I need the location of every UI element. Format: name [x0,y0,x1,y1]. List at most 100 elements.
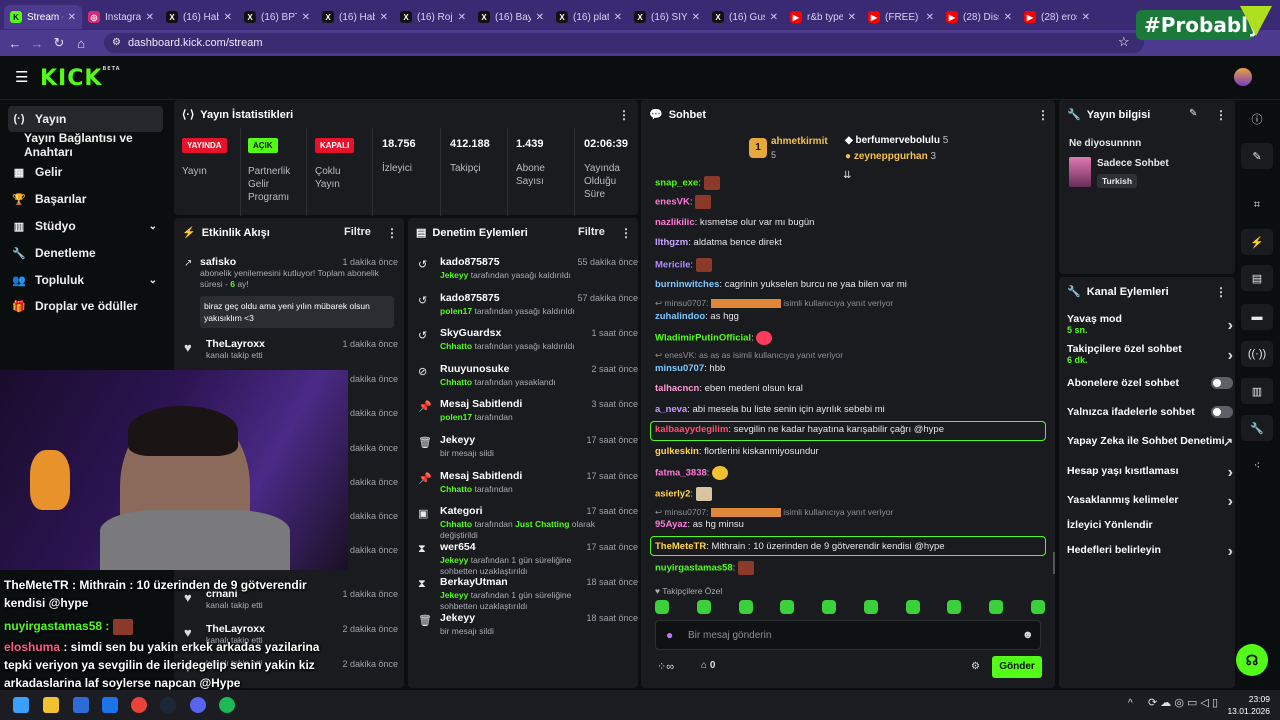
info-menu-icon[interactable]: ⋮ [1215,108,1227,122]
close-tab-icon[interactable]: ✕ [458,12,466,23]
close-tab-icon[interactable]: ✕ [1082,12,1090,23]
tray-icons[interactable]: ⟳ ☁ ◎ ▭ ◁ ▯ [1148,696,1218,709]
chat-settings-icon[interactable]: ⚙ [971,661,980,672]
chat-username[interactable]: llthgzm [655,237,688,248]
toggle-switch[interactable] [1211,406,1233,418]
emote-option[interactable] [780,600,795,614]
leader-1[interactable]: ahmetkirmit [771,136,828,147]
broadcast-icon[interactable]: ((·)) [1241,341,1273,367]
points-icon[interactable]: ⁘∞ [657,660,674,673]
close-tab-icon[interactable]: ✕ [224,12,232,23]
kick-logo[interactable]: KICKBETA [40,66,121,91]
browser-tab[interactable]: X(16) Roja✕ [394,5,472,29]
emoji-icon[interactable]: ☻ [1022,629,1034,641]
sidebar-item[interactable]: (·) Yayın [8,106,163,132]
chat-username[interactable]: WladimirPutinOfficial [655,333,751,344]
store-icon[interactable] [73,697,89,713]
browser-tab[interactable]: X (16) Gus ✕ [706,5,784,29]
leader-2[interactable]: ◆ berfumervebolulu 5 [845,135,948,146]
back-icon[interactable]: ← [4,36,26,51]
browser-tab[interactable]: ▶(28) Diss✕ [940,5,1018,29]
activity-filter-button[interactable]: Filtre [344,226,371,238]
chrome-icon[interactable] [131,697,147,713]
dots-icon[interactable]: ⁖ [1241,452,1273,478]
channel-action[interactable]: Yalnızca ifadelerle sohbet [1067,406,1233,418]
channel-action[interactable]: Yapay Zeka ile Sohbet Denetimi ↗ [1067,435,1233,449]
browser-tab[interactable]: ▶ r&b type ✕ [784,5,862,29]
sidebar-item[interactable]: ▥ Stüdyo ⌄ [8,213,163,239]
chat-username[interactable]: asierly2 [655,489,690,500]
lightning-icon[interactable]: ⚡ [1241,229,1273,255]
close-tab-icon[interactable]: ✕ [146,12,154,23]
spotify-icon[interactable] [219,697,235,713]
close-tab-icon[interactable]: ✕ [770,12,778,23]
emote-option[interactable] [696,600,711,614]
close-tab-icon[interactable]: ✕ [614,12,622,23]
browser-tab[interactable]: K Stream - ✕ [4,5,82,29]
chat-input[interactable]: ● Bir mesaj gönderin ☻ [655,620,1041,650]
collapse-icon[interactable]: ⇊ [843,170,851,181]
document-icon[interactable]: ▤ [1241,265,1273,291]
browser-tab[interactable]: ◎Instagram✕ [82,5,160,29]
channel-action[interactable]: İzleyici Yönlendir [1067,519,1229,531]
mic-icon[interactable]: ● [666,628,673,642]
info-icon[interactable]: ⓘ [1241,106,1273,132]
tray-chevron-icon[interactable]: ^ [1128,698,1133,709]
gift-icon[interactable]: ⌂ 0 [701,660,715,671]
chat-username[interactable]: burninwitches [655,279,719,290]
activity-menu-icon[interactable]: ⋮ [386,226,398,240]
outlook-icon[interactable] [102,697,118,713]
chat-username[interactable]: enesVK [655,197,690,208]
channel-action[interactable]: Hesap yaşı kısıtlaması › [1067,464,1233,481]
chat-username[interactable]: Mericile [655,260,690,271]
windows-start-icon[interactable] [13,697,29,713]
chat-bubble-icon[interactable]: ▬ [1241,304,1273,330]
category-name[interactable]: Sadece Sohbet [1097,158,1169,169]
chat-username[interactable]: 95Ayaz [655,519,687,530]
emote-option[interactable] [822,600,837,614]
toggle-switch[interactable] [1211,377,1233,389]
tool-icon[interactable]: 🔧 [1241,415,1273,441]
chat-username[interactable]: minsu0707 [655,363,704,374]
emote-option[interactable] [905,600,920,614]
close-tab-icon[interactable]: ✕ [536,12,544,23]
close-tab-icon[interactable]: ✕ [302,12,310,23]
layout-icon[interactable]: ▥ [1241,378,1273,404]
steam-icon[interactable] [160,697,176,713]
channel-actions-menu-icon[interactable]: ⋮ [1215,285,1227,299]
avatar[interactable] [1234,68,1252,86]
chat-menu-icon[interactable]: ⋮ [1037,108,1049,122]
home-icon[interactable]: ⌂ [70,36,92,51]
chat-username[interactable]: zuhalindoo [655,311,705,322]
chat-username[interactable]: nuyirgastamas58 [655,563,733,574]
file-explorer-icon[interactable] [43,697,59,713]
sidebar-item[interactable]: 🏆 Başarılar [8,186,163,212]
discord-icon[interactable] [190,697,206,713]
channel-action[interactable]: Yasaklanmış kelimeler › [1067,493,1233,510]
browser-tab[interactable]: ▶(28) eros✕ [1018,5,1096,29]
support-headset-icon[interactable]: ☊ [1236,644,1268,676]
sidebar-item[interactable]: ▦ Gelir [8,159,163,185]
emote-option[interactable] [738,600,753,614]
pencil-icon[interactable]: ✎ [1241,143,1273,169]
close-tab-icon[interactable]: ✕ [848,12,856,23]
close-tab-icon[interactable]: ✕ [380,12,388,23]
clock[interactable]: 23:09 13.01.2026 [1226,693,1270,717]
close-tab-icon[interactable]: ✕ [692,12,700,23]
close-tab-icon[interactable]: ✕ [926,12,934,23]
menu-icon[interactable]: ☰ [15,68,28,86]
send-button[interactable]: Gönder [992,656,1042,678]
close-tab-icon[interactable]: ✕ [1004,12,1012,23]
chat-scrollbar[interactable] [1053,552,1055,574]
chat-username[interactable]: snap_exe [655,178,698,189]
chat-username[interactable]: fatma_3838 [655,468,707,479]
emote-row[interactable] [655,600,1045,616]
tag-chip[interactable]: Turkish [1097,174,1138,188]
url-field[interactable]: ⚙ dashboard.kick.com/stream [104,33,1144,53]
sidebar-item[interactable]: 🎁 Droplar ve ödüller [8,293,163,319]
browser-tab[interactable]: X(16) BPT✕ [238,5,316,29]
emote-option[interactable] [863,600,878,614]
browser-tab[interactable]: X (16) plat ✕ [550,5,628,29]
channel-action[interactable]: Abonelere özel sohbet [1067,377,1233,389]
browser-tab[interactable]: X(16) SİYA✕ [628,5,706,29]
